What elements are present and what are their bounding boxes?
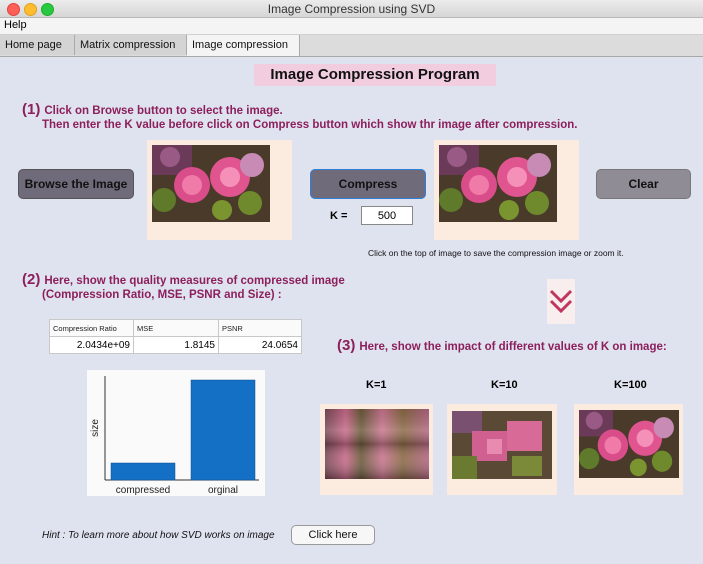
step2-line1: Here, show the quality measures of compr… xyxy=(44,275,345,287)
step3-number: (3) xyxy=(337,337,356,354)
step3-text: Here, show the impact of different value… xyxy=(359,341,667,353)
clear-button[interactable]: Clear xyxy=(596,169,691,199)
step2-instruction: (2) Here, show the quality measures of co… xyxy=(22,271,345,288)
tab-matrix-compression[interactable]: Matrix compression xyxy=(75,35,187,55)
bar-orginal xyxy=(190,379,256,481)
menu-bar: Help xyxy=(0,18,703,35)
value-mse[interactable]: 1.8145 xyxy=(133,336,219,354)
tab-bar: Home page Matrix compression Image compr… xyxy=(0,35,703,57)
menu-help[interactable]: Help xyxy=(4,19,27,31)
window-titlebar: Image Compression using SVD xyxy=(0,0,703,18)
size-bar-chart: compressed orginal size xyxy=(90,376,259,496)
page-title: Image Compression Program xyxy=(254,64,496,86)
value-compression-ratio[interactable]: 2.0434e+09 xyxy=(49,336,134,354)
browse-image-button[interactable]: Browse the Image xyxy=(18,169,134,199)
table-row: 2.0434e+09 1.8145 24.0654 xyxy=(49,336,302,354)
y-axis-label: size xyxy=(90,419,101,437)
step2-number: (2) xyxy=(22,271,41,288)
tab-image-compression[interactable]: Image compression xyxy=(187,35,300,56)
header-psnr: PSNR xyxy=(218,319,302,337)
double-chevron-down-icon xyxy=(547,279,575,324)
step1-instruction: (1) Click on Browse button to select the … xyxy=(22,101,283,118)
compress-button[interactable]: Compress xyxy=(310,169,426,199)
window-title: Image Compression using SVD xyxy=(267,2,436,16)
click-here-button[interactable]: Click here xyxy=(291,525,375,545)
compressed-image[interactable] xyxy=(439,145,557,222)
quality-measures-table: Compression Ratio MSE PSNR 2.0434e+09 1.… xyxy=(49,319,302,354)
k100-label: K=100 xyxy=(614,379,647,391)
k1-blurred-photo xyxy=(325,409,429,479)
hint-text: Hint : To learn more about how SVD works… xyxy=(42,530,275,541)
tab-home-page[interactable]: Home page xyxy=(0,35,75,55)
flower-photo-compressed xyxy=(439,145,557,222)
value-psnr[interactable]: 24.0654 xyxy=(218,336,302,354)
k-value-input[interactable] xyxy=(361,206,413,225)
flower-photo xyxy=(152,145,270,222)
x-tick-label-orginal: orginal xyxy=(208,485,238,496)
table-header-row: Compression Ratio MSE PSNR xyxy=(49,319,302,337)
save-image-note: Click on the top of image to save the co… xyxy=(368,248,624,258)
k10-image[interactable] xyxy=(452,411,552,479)
k-label: K = xyxy=(330,210,348,222)
k10-label: K=10 xyxy=(491,379,518,391)
chevron-svg xyxy=(549,289,573,314)
step1-line2: Then enter the K value before click on C… xyxy=(42,119,578,131)
step3-instruction: (3) Here, show the impact of different va… xyxy=(337,337,667,354)
bar-compressed xyxy=(110,462,176,481)
x-tick-label-compressed: compressed xyxy=(116,485,170,496)
header-mse: MSE xyxy=(133,319,219,337)
k1-image[interactable] xyxy=(325,409,429,479)
k10-blurred-photo xyxy=(452,411,552,479)
k100-photo xyxy=(579,410,679,478)
step1-number: (1) xyxy=(22,101,41,118)
header-compression-ratio: Compression Ratio xyxy=(49,319,134,337)
step1-line1: Click on Browse button to select the ima… xyxy=(44,105,283,117)
size-chart-panel: compressed orginal size xyxy=(87,370,265,496)
k100-image[interactable] xyxy=(579,410,679,478)
step2-line2: (Compression Ratio, MSE, PSNR and Size) … xyxy=(42,289,282,301)
original-image[interactable] xyxy=(152,145,270,222)
k1-label: K=1 xyxy=(366,379,387,391)
